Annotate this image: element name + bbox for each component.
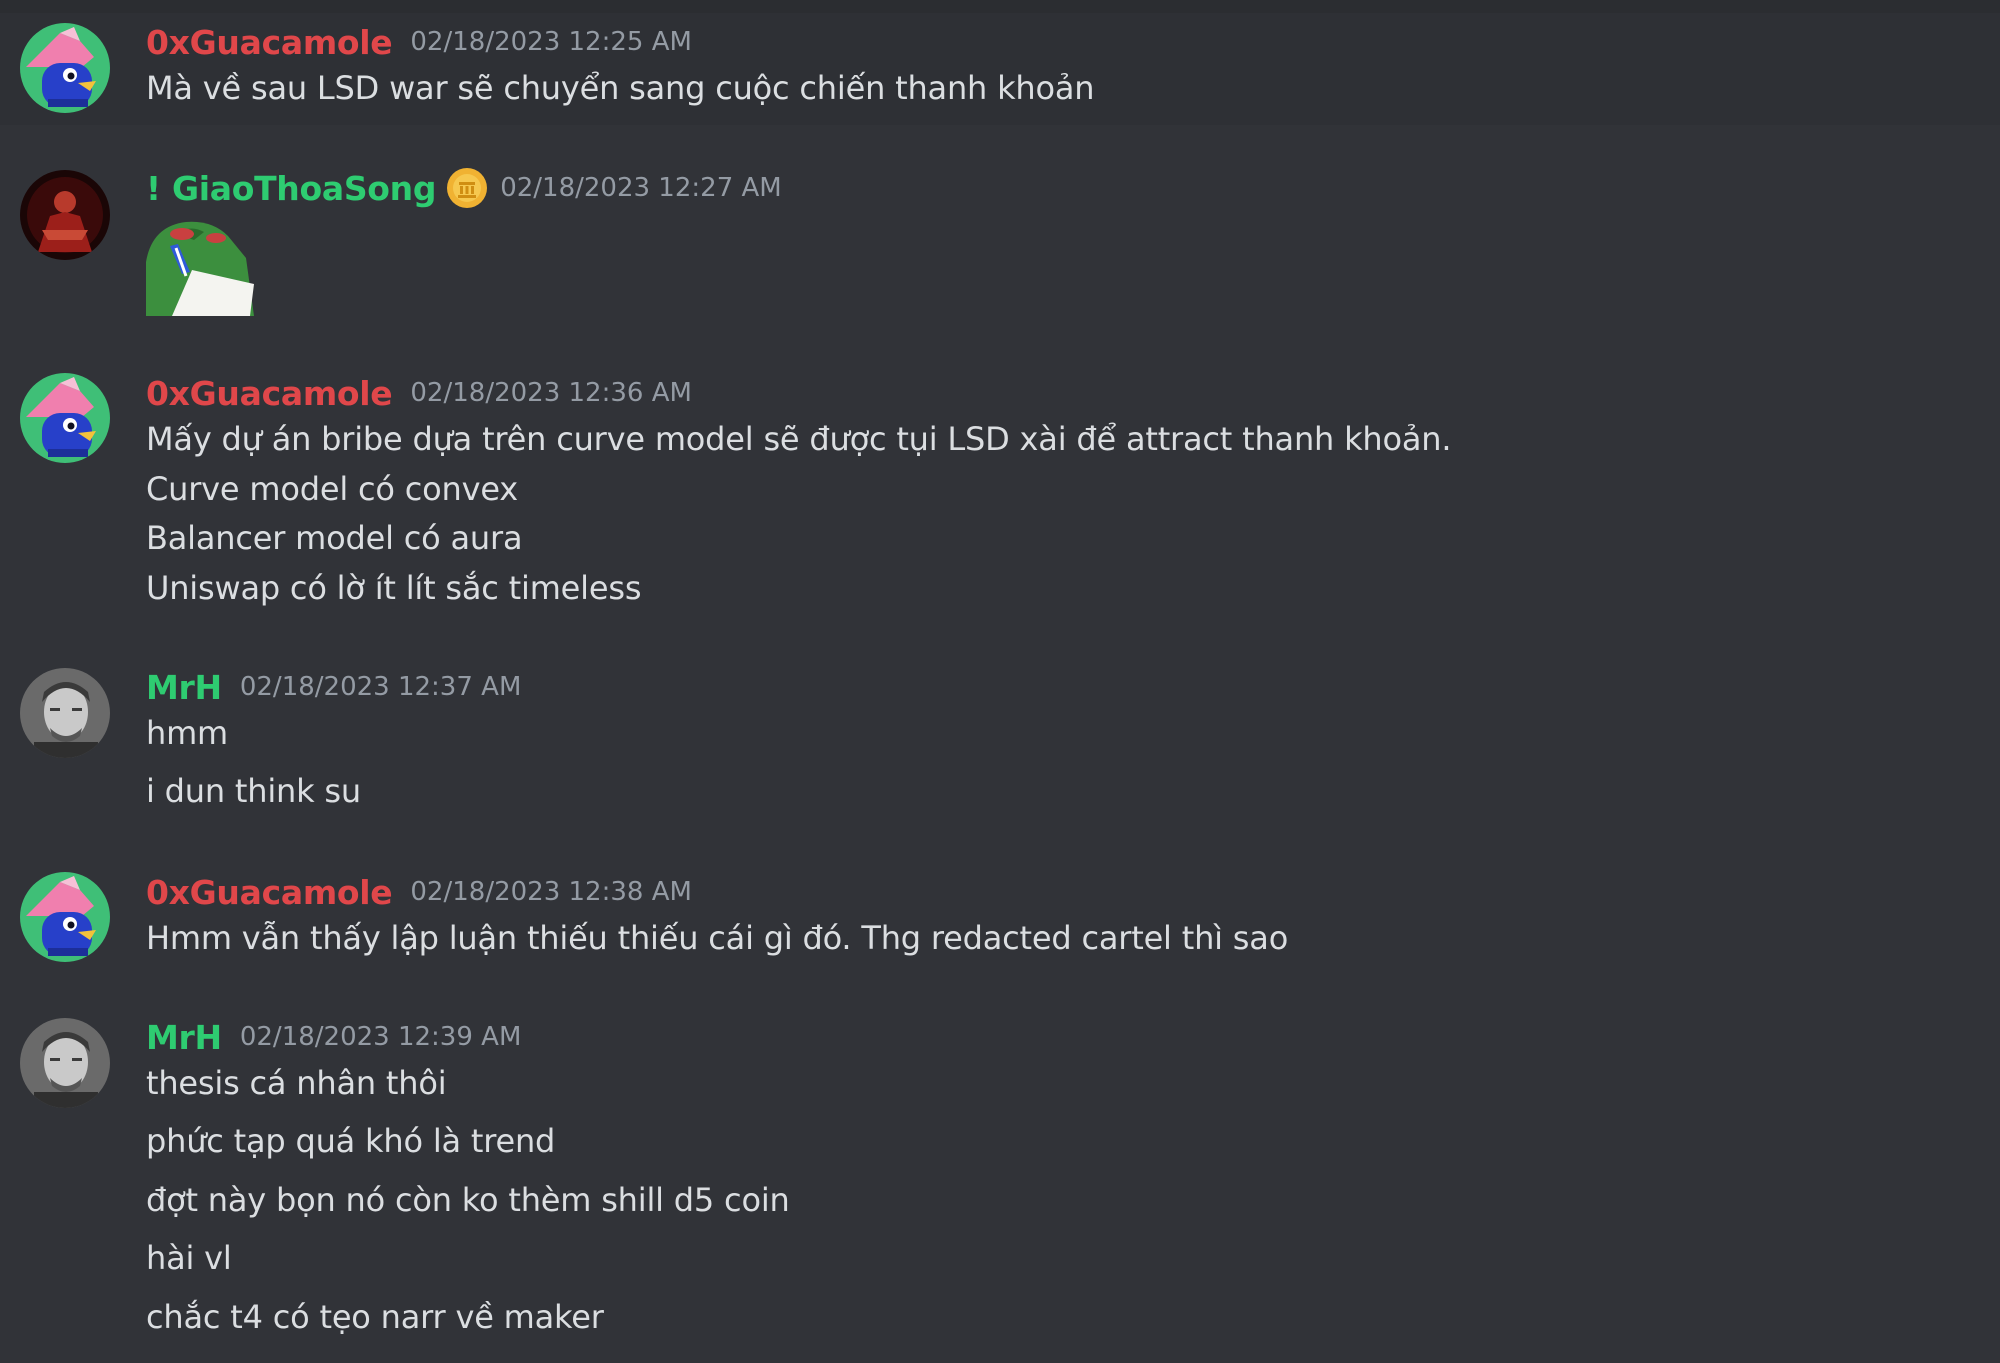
username[interactable]: MrH — [146, 668, 222, 707]
username[interactable]: 0xGuacamole — [146, 873, 393, 912]
message-header: 0xGuacamole 02/18/2023 12:38 AM — [146, 867, 692, 917]
pepe-notes-sticker-icon[interactable] — [146, 218, 254, 316]
message-text: Mấy dự án bribe dựa trên curve model sẽ … — [146, 420, 1452, 458]
message-text: phức tạp quá khó là trend — [146, 1122, 556, 1160]
message-group[interactable]: ! GiaoThoaSong 02/18/2023 12:27 AM — [0, 158, 2000, 328]
message-group[interactable]: 0xGuacamole 02/18/2023 12:36 AM Mấy dự á… — [0, 363, 2000, 618]
message-text: Curve model có convex — [146, 470, 518, 508]
avatar[interactable] — [20, 872, 110, 962]
message-header: MrH 02/18/2023 12:39 AM — [146, 1012, 521, 1062]
message-group[interactable]: MrH 02/18/2023 12:37 AM hmm i dun think … — [0, 657, 2000, 822]
username[interactable]: ! GiaoThoaSong — [146, 169, 436, 208]
chat-message-list: 0xGuacamole 02/18/2023 12:25 AM Mà về sa… — [0, 0, 2000, 1363]
username[interactable]: MrH — [146, 1018, 222, 1057]
message-text: hmm — [146, 714, 229, 752]
message-header: MrH 02/18/2023 12:37 AM — [146, 662, 521, 712]
avatar[interactable] — [20, 170, 110, 260]
avatar[interactable] — [20, 668, 110, 758]
message-text: Mà về sau LSD war sẽ chuyển sang cuộc ch… — [146, 69, 1095, 107]
username[interactable]: 0xGuacamole — [146, 23, 393, 62]
top-divider — [0, 0, 2000, 13]
timestamp[interactable]: 02/18/2023 12:25 AM — [410, 27, 692, 57]
message-group[interactable]: 0xGuacamole 02/18/2023 12:38 AM Hmm vẫn … — [0, 862, 2000, 972]
timestamp[interactable]: 02/18/2023 12:38 AM — [410, 877, 692, 907]
red-figure-avatar-icon — [20, 170, 110, 260]
message-text: hài vl — [146, 1239, 232, 1277]
message-group[interactable]: 0xGuacamole 02/18/2023 12:25 AM Mà về sa… — [0, 13, 2000, 125]
message-text: Balancer model có aura — [146, 519, 523, 557]
timestamp[interactable]: 02/18/2023 12:39 AM — [240, 1022, 522, 1052]
message-text: i dun think su — [146, 772, 361, 810]
timestamp[interactable]: 02/18/2023 12:27 AM — [500, 173, 782, 203]
pink-duck-avatar-icon — [20, 872, 110, 962]
man-portrait-avatar-icon — [20, 668, 110, 758]
timestamp[interactable]: 02/18/2023 12:37 AM — [240, 672, 522, 702]
message-text: chắc t4 có tẹo narr về maker — [146, 1298, 604, 1336]
gold-coin-badge-icon[interactable] — [446, 167, 488, 209]
message-header: ! GiaoThoaSong 02/18/2023 12:27 AM — [146, 163, 782, 213]
message-text: thesis cá nhân thôi — [146, 1064, 447, 1102]
pink-duck-avatar-icon — [20, 23, 110, 113]
avatar[interactable] — [20, 373, 110, 463]
pink-duck-avatar-icon — [20, 373, 110, 463]
avatar[interactable] — [20, 1018, 110, 1108]
message-text: đợt này bọn nó còn ko thèm shill d5 coin — [146, 1181, 790, 1219]
avatar[interactable] — [20, 23, 110, 113]
message-header: 0xGuacamole 02/18/2023 12:25 AM — [146, 17, 692, 67]
message-text: Uniswap có lờ ít lít sắc timeless — [146, 569, 642, 607]
message-text: Hmm vẫn thấy lập luận thiếu thiếu cái gì… — [146, 919, 1289, 957]
man-portrait-avatar-icon — [20, 1018, 110, 1108]
username[interactable]: 0xGuacamole — [146, 374, 393, 413]
message-group[interactable]: MrH 02/18/2023 12:39 AM thesis cá nhân t… — [0, 1008, 2000, 1353]
timestamp[interactable]: 02/18/2023 12:36 AM — [410, 378, 692, 408]
message-header: 0xGuacamole 02/18/2023 12:36 AM — [146, 368, 692, 418]
